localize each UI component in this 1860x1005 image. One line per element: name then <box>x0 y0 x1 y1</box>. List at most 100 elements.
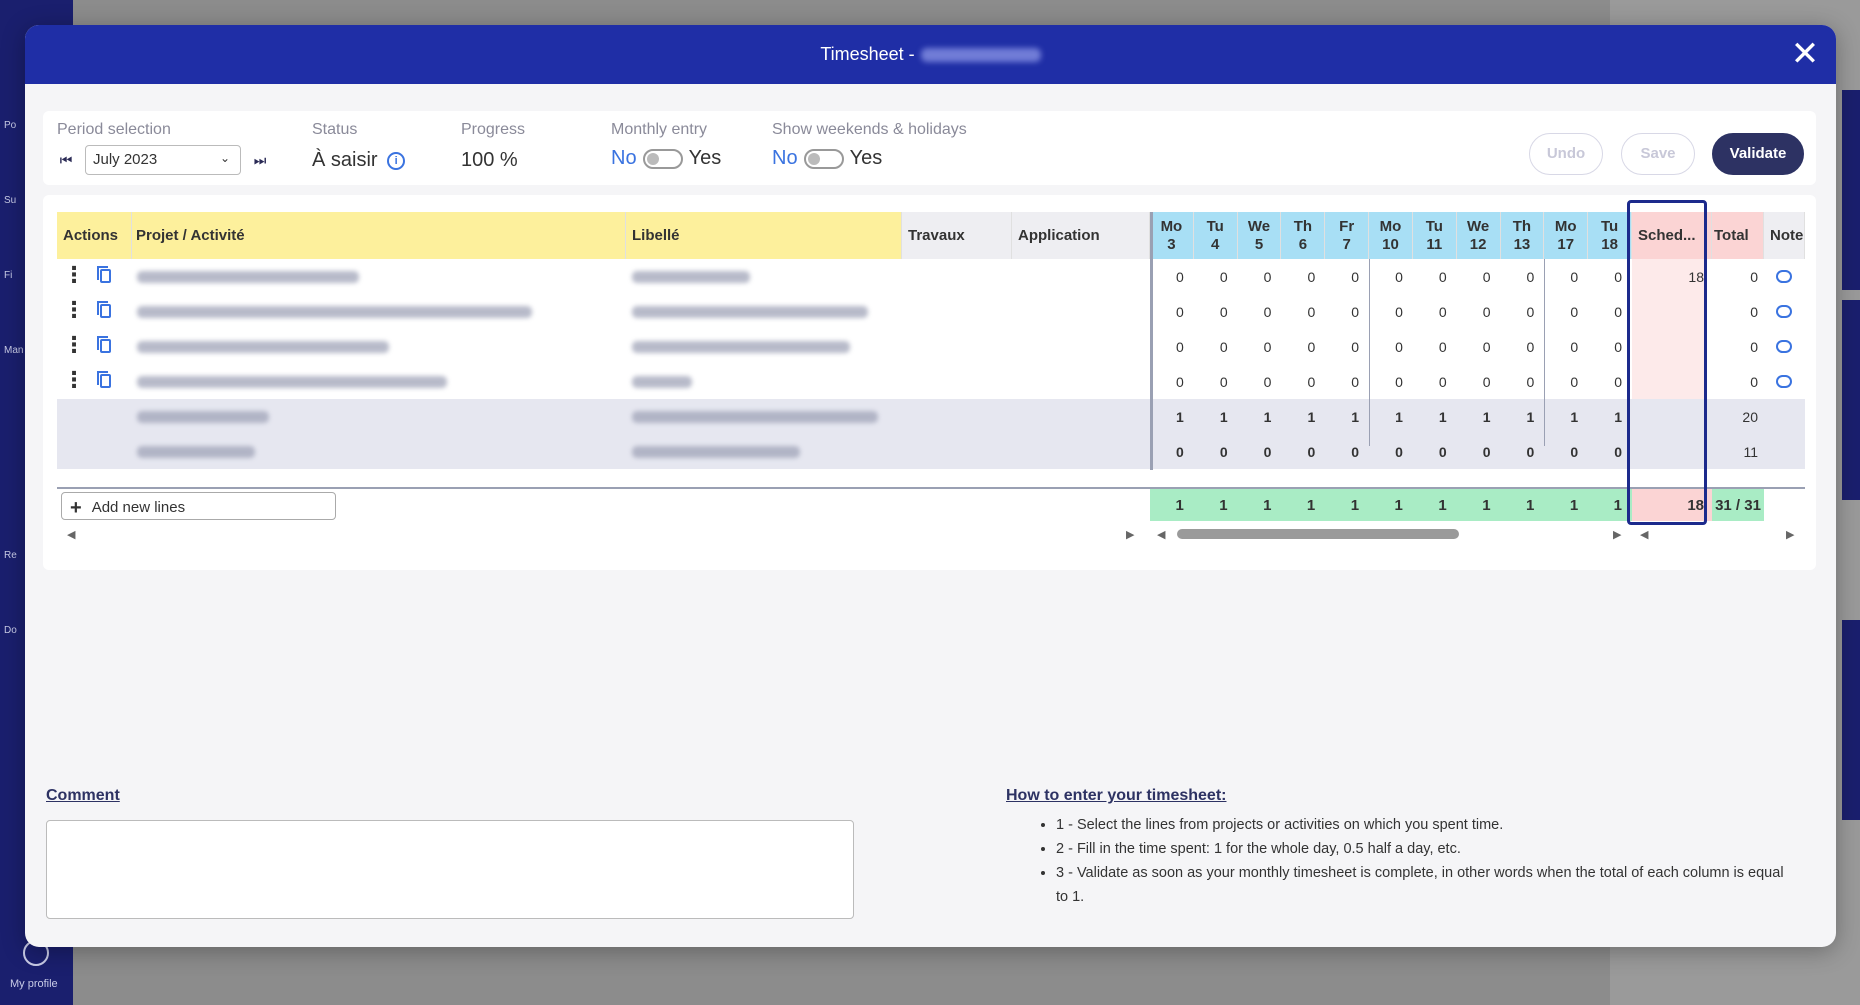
day-cell[interactable]: 0 <box>1544 259 1578 294</box>
day-cell[interactable]: 0 <box>1369 329 1403 364</box>
monthly-entry-label: Monthly entry <box>611 121 708 138</box>
note-icon[interactable] <box>1776 305 1792 318</box>
header-libelle[interactable]: Libellé <box>626 212 902 259</box>
day-cell[interactable]: 0 <box>1150 329 1184 364</box>
day-cell[interactable]: 0 <box>1194 294 1228 329</box>
header-total: Total <box>1712 212 1764 259</box>
howto-step: 1 - Select the lines from projects or ac… <box>1056 813 1790 837</box>
period-select[interactable]: July 2023 ⌄ <box>85 145 241 175</box>
day-cell[interactable]: 0 <box>1501 364 1535 399</box>
day-cell[interactable]: 0 <box>1588 364 1622 399</box>
day-cell[interactable]: 0 <box>1588 294 1622 329</box>
day-cell[interactable]: 0 <box>1501 329 1535 364</box>
day-cell[interactable]: 0 <box>1325 364 1359 399</box>
sidebar-item-label[interactable]: Do <box>4 625 17 636</box>
day-cell[interactable]: 0 <box>1544 329 1578 364</box>
horizontal-scrollbar[interactable] <box>1177 529 1459 539</box>
info-icon[interactable]: i <box>387 151 406 170</box>
howto-title: How to enter your timesheet: <box>1006 787 1227 804</box>
more-actions-icon[interactable]: ⋮ <box>63 369 85 391</box>
libelle-redacted <box>632 446 800 458</box>
copy-icon[interactable] <box>97 266 111 283</box>
day-cell[interactable]: 0 <box>1325 329 1359 364</box>
day-cell[interactable]: 0 <box>1369 294 1403 329</box>
close-icon[interactable]: ✕ <box>1788 37 1822 71</box>
day-cell[interactable]: 0 <box>1238 294 1272 329</box>
day-cell[interactable]: 0 <box>1238 329 1272 364</box>
weekends-toggle[interactable] <box>803 148 844 169</box>
header-travaux[interactable]: Travaux <box>902 212 1012 259</box>
scroll-left-icon[interactable]: ◀ <box>67 528 75 541</box>
monthly-entry-toggle[interactable] <box>642 148 683 169</box>
day-cell[interactable]: 0 <box>1281 329 1315 364</box>
add-new-lines-button[interactable]: + Add new lines <box>61 492 336 520</box>
copy-icon[interactable] <box>97 301 111 318</box>
day-cell[interactable]: 0 <box>1281 364 1315 399</box>
day-cell[interactable]: 0 <box>1194 329 1228 364</box>
sidebar-item-label[interactable]: Man <box>4 345 23 356</box>
day-number: 11 <box>1426 235 1443 253</box>
scroll-right-icon[interactable]: ▶ <box>1786 528 1794 541</box>
more-actions-icon[interactable]: ⋮ <box>63 299 85 321</box>
day-cell[interactable]: 0 <box>1588 259 1622 294</box>
day-cell[interactable]: 0 <box>1413 329 1447 364</box>
day-cell[interactable]: 0 <box>1457 294 1491 329</box>
day-cell[interactable]: 0 <box>1457 329 1491 364</box>
profile-label[interactable]: My profile <box>10 978 58 990</box>
day-cell[interactable]: 0 <box>1413 259 1447 294</box>
day-cell[interactable]: 0 <box>1325 259 1359 294</box>
sidebar-item-label[interactable]: Fi <box>4 270 12 281</box>
day-cell[interactable]: 0 <box>1150 294 1184 329</box>
background-accent <box>1842 620 1860 820</box>
day-cell[interactable]: 0 <box>1194 364 1228 399</box>
day-cell[interactable]: 0 <box>1238 364 1272 399</box>
table-row: ⋮ 0 0 0 0 0 0 0 0 0 0 0 0 <box>57 329 1805 364</box>
day-cell[interactable]: 0 <box>1544 364 1578 399</box>
table-row: ⋮ 0 0 0 0 0 0 0 0 0 0 0 0 <box>57 364 1805 399</box>
day-cell[interactable]: 0 <box>1413 294 1447 329</box>
sidebar-item-label[interactable]: Re <box>4 550 17 561</box>
day-cell[interactable]: 0 <box>1369 259 1403 294</box>
copy-icon[interactable] <box>97 336 111 353</box>
day-cell[interactable]: 0 <box>1369 364 1403 399</box>
scroll-right-icon[interactable]: ▶ <box>1613 528 1621 541</box>
table-row: ⋮ 0 0 0 0 0 0 0 0 0 0 0 18 0 <box>57 259 1805 294</box>
day-cell[interactable]: 0 <box>1238 259 1272 294</box>
scroll-left-icon[interactable]: ◀ <box>1157 528 1165 541</box>
note-icon[interactable] <box>1776 340 1792 353</box>
more-actions-icon[interactable]: ⋮ <box>63 334 85 356</box>
header-project[interactable]: Projet / Activité <box>132 212 626 259</box>
day-cell[interactable]: 0 <box>1194 259 1228 294</box>
day-cell[interactable]: 0 <box>1501 259 1535 294</box>
sidebar-item-label[interactable]: Po <box>4 120 16 131</box>
day-cell[interactable]: 0 <box>1150 364 1184 399</box>
day-number: 4 <box>1211 235 1220 253</box>
scroll-left-icon[interactable]: ◀ <box>1640 528 1648 541</box>
day-cell[interactable]: 0 <box>1281 259 1315 294</box>
save-button[interactable]: Save <box>1621 133 1695 175</box>
comment-textarea[interactable] <box>46 820 854 919</box>
undo-button[interactable]: Undo <box>1529 133 1603 175</box>
total-day-cell: 1 <box>1193 489 1238 521</box>
day-cell[interactable]: 0 <box>1325 294 1359 329</box>
next-period-icon[interactable]: ⏭ <box>251 151 269 169</box>
day-cell[interactable]: 0 <box>1457 259 1491 294</box>
note-icon[interactable] <box>1776 375 1792 388</box>
prev-period-icon[interactable]: ⏮ <box>57 151 75 169</box>
more-actions-icon[interactable]: ⋮ <box>63 264 85 286</box>
day-cell[interactable]: 0 <box>1501 294 1535 329</box>
sidebar-item-label[interactable]: Su <box>4 195 16 206</box>
day-cell[interactable]: 0 <box>1544 294 1578 329</box>
header-application[interactable]: Application <box>1012 212 1150 259</box>
copy-icon[interactable] <box>97 371 111 388</box>
toggle-knob <box>646 152 659 165</box>
scroll-right-icon[interactable]: ▶ <box>1126 528 1134 541</box>
day-cell[interactable]: 0 <box>1588 329 1622 364</box>
note-icon[interactable] <box>1776 270 1792 283</box>
week-separator <box>1369 259 1371 446</box>
day-cell[interactable]: 0 <box>1281 294 1315 329</box>
day-cell[interactable]: 0 <box>1150 259 1184 294</box>
day-cell[interactable]: 0 <box>1457 364 1491 399</box>
validate-button[interactable]: Validate <box>1712 133 1804 175</box>
day-cell[interactable]: 0 <box>1413 364 1447 399</box>
